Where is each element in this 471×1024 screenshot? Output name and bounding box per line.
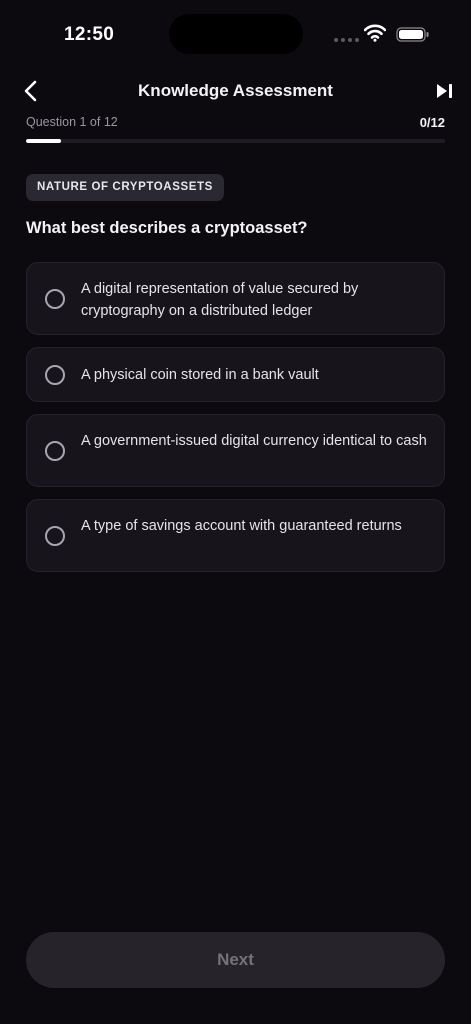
category-chip: NATURE OF CRYPTOASSETS: [26, 174, 224, 201]
radio-button[interactable]: [45, 525, 65, 546]
progress-bar: [26, 139, 445, 143]
answer-option[interactable]: A type of savings account with guarantee…: [26, 499, 445, 572]
question-text: What best describes a cryptoasset?: [26, 219, 308, 237]
answer-option-label: A type of savings account with guarantee…: [81, 518, 402, 534]
header: Knowledge Assessment: [0, 72, 471, 110]
dynamic-island: [169, 14, 303, 54]
status-bar: 12:50: [0, 0, 471, 70]
radio-button[interactable]: [45, 288, 65, 309]
answer-option[interactable]: A physical coin stored in a bank vault: [26, 347, 445, 402]
next-button[interactable]: Next: [26, 932, 445, 988]
answer-option[interactable]: A digital representation of value secure…: [26, 262, 445, 335]
answer-option-label: A digital representation of value secure…: [81, 281, 359, 319]
status-time: 12:50: [64, 24, 115, 45]
signal-dots-icon: [334, 38, 359, 42]
progress-fill: [26, 139, 61, 143]
radio-button[interactable]: [45, 364, 65, 385]
page-title: Knowledge Assessment: [138, 81, 333, 100]
wifi-icon: [364, 24, 386, 42]
question-progress-label: Question 1 of 12: [26, 115, 118, 129]
answer-option-label: A government-issued digital currency ide…: [81, 433, 427, 449]
skip-forward-icon[interactable]: [434, 81, 456, 101]
radio-button[interactable]: [45, 440, 65, 461]
score-count: 0/12: [419, 115, 445, 130]
answer-option[interactable]: A government-issued digital currency ide…: [26, 414, 445, 487]
answer-option-label: A physical coin stored in a bank vault: [81, 367, 319, 383]
battery-icon: [396, 27, 429, 42]
